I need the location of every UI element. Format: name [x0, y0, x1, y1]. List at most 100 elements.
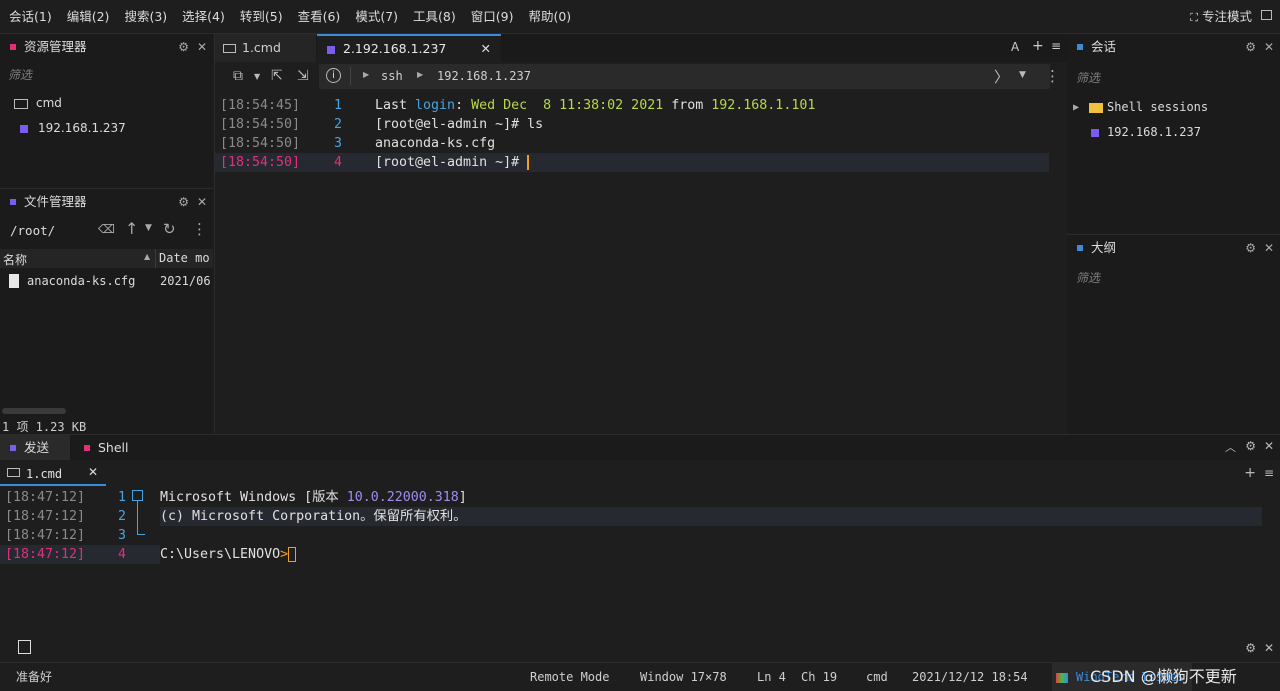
resource-item-host[interactable]: 192.168.1.237	[20, 119, 126, 137]
close-tab-icon[interactable]: ✕	[481, 36, 491, 62]
line-text: anaconda-ks.cfg	[375, 136, 496, 151]
terminal-line: [18:47:12] 1 Microsoft Windows [版本 10.0.22…	[0, 488, 1280, 507]
chevron-down-icon[interactable]: ▼	[254, 72, 260, 81]
ssh-terminal[interactable]: [18:54:45] 1 Last login: Wed Dec 8 11:38:0…	[215, 96, 1067, 426]
focus-mode-button[interactable]: ⛶ 专注模式	[1190, 0, 1252, 33]
more-icon[interactable]: ⋮	[192, 220, 207, 238]
horizontal-scrollbar[interactable]	[2, 408, 66, 414]
settings-icon[interactable]: ⚙	[1245, 641, 1256, 655]
new-tab-button[interactable]: +	[1032, 38, 1044, 54]
terminal-line: [18:54:50] 4 [root@el-admin ~]#	[215, 153, 1067, 172]
bottom-tab-bar: 发送 Shell ︿ ⚙ ✕	[0, 435, 1280, 460]
close-tab-icon[interactable]: ✕	[88, 465, 98, 479]
more-icon[interactable]: ⋮	[1045, 67, 1060, 85]
settings-icon[interactable]: ⚙	[178, 189, 189, 215]
settings-icon[interactable]: ⚙	[178, 34, 189, 60]
session-item[interactable]: 192.168.1.237	[1091, 123, 1201, 141]
chevron-down-icon[interactable]: ▼	[1019, 70, 1026, 80]
outline-filter-input[interactable]: 筛选	[1076, 269, 1100, 286]
terminal-line: [18:54:50] 3 anaconda-ks.cfg	[215, 134, 1067, 153]
watermark: CSDN @懒狗不更新	[1090, 667, 1237, 686]
tab-1-cmd[interactable]: 1.cmd	[215, 34, 316, 62]
status-column: Ch 19	[801, 670, 838, 684]
refresh-icon[interactable]: ↻	[163, 220, 176, 238]
close-icon[interactable]: ✕	[1264, 641, 1274, 655]
resource-item-cmd[interactable]: cmd	[14, 94, 62, 112]
folder-icon	[1088, 102, 1103, 113]
bottom-tab-shell[interactable]: Shell	[74, 435, 154, 460]
breadcrumb-host[interactable]: 192.168.1.237	[437, 69, 531, 83]
address-bar[interactable]: i ▶ ssh ▶ 192.168.1.237 〉 ▼	[319, 64, 1050, 89]
close-icon[interactable]: ✕	[197, 34, 207, 60]
resource-filter-input[interactable]: 筛选	[8, 66, 32, 83]
line-text: Microsoft Windows [版本 10.0.22000.318]	[160, 490, 467, 505]
send-icon[interactable]	[18, 640, 31, 654]
status-bar: 准备好 Remote Mode Window 17×78 Ln 4 Ch 19 …	[0, 662, 1280, 691]
menu-item-2[interactable]: 搜索(3)	[115, 0, 173, 33]
cmd-terminal[interactable]: [18:47:12] 1 Microsoft Windows [版本 10.0.22…	[0, 488, 1280, 628]
menu-item-8[interactable]: 窗口(9)	[462, 0, 520, 33]
cursor	[527, 154, 530, 170]
close-icon[interactable]: ✕	[1264, 439, 1274, 453]
line-number: 3	[334, 136, 343, 151]
menu-item-9[interactable]: 帮助(0)	[519, 0, 577, 33]
settings-icon[interactable]: ⚙	[1245, 34, 1256, 60]
window-layout-icon[interactable]	[1261, 10, 1272, 20]
status-datetime: 2021/12/12 18:54	[912, 670, 1028, 684]
breadcrumb-arrow-icon: ▶	[417, 70, 424, 79]
open-session-icon[interactable]: ⇲	[297, 68, 309, 84]
terminal-toolbar: ⧉ ▼ ⇱ ⇲ i ▶ ssh ▶ 192.168.1.237 〉 ▼ ⋮	[215, 62, 1067, 92]
menu-item-1[interactable]: 编辑(2)	[58, 0, 116, 33]
chevron-right-icon[interactable]: 〉	[994, 66, 1009, 87]
terminal-line: [18:54:45] 1 Last login: Wed Dec 8 11:38:0…	[215, 96, 1067, 115]
file-manager-panel: 文件管理器 ⚙ ✕ /root/ ⌫ ↑ ▼ ↻ ⋮ 名称 ▲ Date mo …	[0, 188, 213, 434]
chevron-down-icon[interactable]: ▼	[145, 223, 152, 233]
fold-marker[interactable]	[132, 490, 143, 501]
column-name[interactable]: 名称	[3, 251, 27, 268]
breadcrumb-ssh[interactable]: ssh	[381, 69, 403, 83]
file-icon	[9, 274, 19, 288]
line-text: [root@el-admin ~]#	[375, 154, 530, 170]
chevron-up-icon[interactable]: ︿	[1225, 439, 1236, 455]
new-tab-button[interactable]: +	[1244, 465, 1256, 481]
folder-shell-sessions[interactable]: ▶ Shell sessions	[1073, 98, 1208, 116]
bottom-tab-send[interactable]: 发送	[0, 435, 70, 460]
sessions-filter-input[interactable]: 筛选	[1076, 69, 1100, 86]
close-icon[interactable]: ✕	[1264, 34, 1274, 60]
info-icon[interactable]: i	[326, 68, 341, 83]
tab-menu-button[interactable]: ≡	[1264, 466, 1274, 480]
menu-item-0[interactable]: 会话(1)	[0, 0, 58, 33]
column-date[interactable]: Date mo	[159, 251, 210, 265]
timestamp: [18:47:12]	[5, 547, 86, 562]
up-arrow-icon[interactable]: ↑	[125, 219, 138, 238]
line-number: 4	[334, 155, 343, 170]
menu-item-3[interactable]: 选择(4)	[173, 0, 231, 33]
new-session-icon[interactable]: ⧉	[233, 68, 243, 84]
close-icon[interactable]: ✕	[197, 189, 207, 215]
timestamp: [18:47:12]	[5, 509, 86, 524]
terminal-icon	[14, 98, 28, 109]
file-footer: 1 项 1.23 KB	[2, 420, 87, 434]
settings-icon[interactable]: ⚙	[1245, 439, 1256, 453]
resource-manager-panel: 资源管理器 ⚙ ✕ 筛选 cmd 192.168.1.237	[0, 34, 213, 187]
menu-item-4[interactable]: 转到(5)	[231, 0, 289, 33]
status-window-size: Window 17×78	[640, 670, 727, 684]
file-row[interactable]: anaconda-ks.cfg 2021/06	[0, 273, 213, 291]
tab-menu-button[interactable]: ≡	[1051, 39, 1061, 53]
duplicate-session-icon[interactable]: ⇱	[271, 68, 283, 84]
terminal-line: [18:47:12] 4 C:\Users\LENOVO>	[0, 545, 1280, 564]
cmd-subtab[interactable]: 1.cmd ✕	[0, 462, 106, 486]
clear-path-icon[interactable]: ⌫	[98, 222, 115, 236]
outline-panel: 大纲 ⚙ ✕ 筛选	[1067, 234, 1280, 434]
font-button[interactable]: A	[1011, 40, 1019, 54]
menu-item-5[interactable]: 查看(6)	[289, 0, 347, 33]
close-icon[interactable]: ✕	[1264, 235, 1274, 261]
menu-item-7[interactable]: 工具(8)	[404, 0, 462, 33]
path-input[interactable]: /root/	[10, 223, 55, 238]
tab-2-host[interactable]: 2.192.168.1.237 ✕	[317, 34, 501, 62]
settings-icon[interactable]: ⚙	[1245, 235, 1256, 261]
status-mode[interactable]: Remote Mode	[530, 663, 609, 691]
line-number: 4	[118, 547, 127, 562]
terminal-area: 1.cmd 2.192.168.1.237 ✕ A + ≡ ⧉ ▼ ⇱ ⇲ i …	[214, 34, 1068, 433]
menu-item-6[interactable]: 模式(7)	[346, 0, 404, 33]
